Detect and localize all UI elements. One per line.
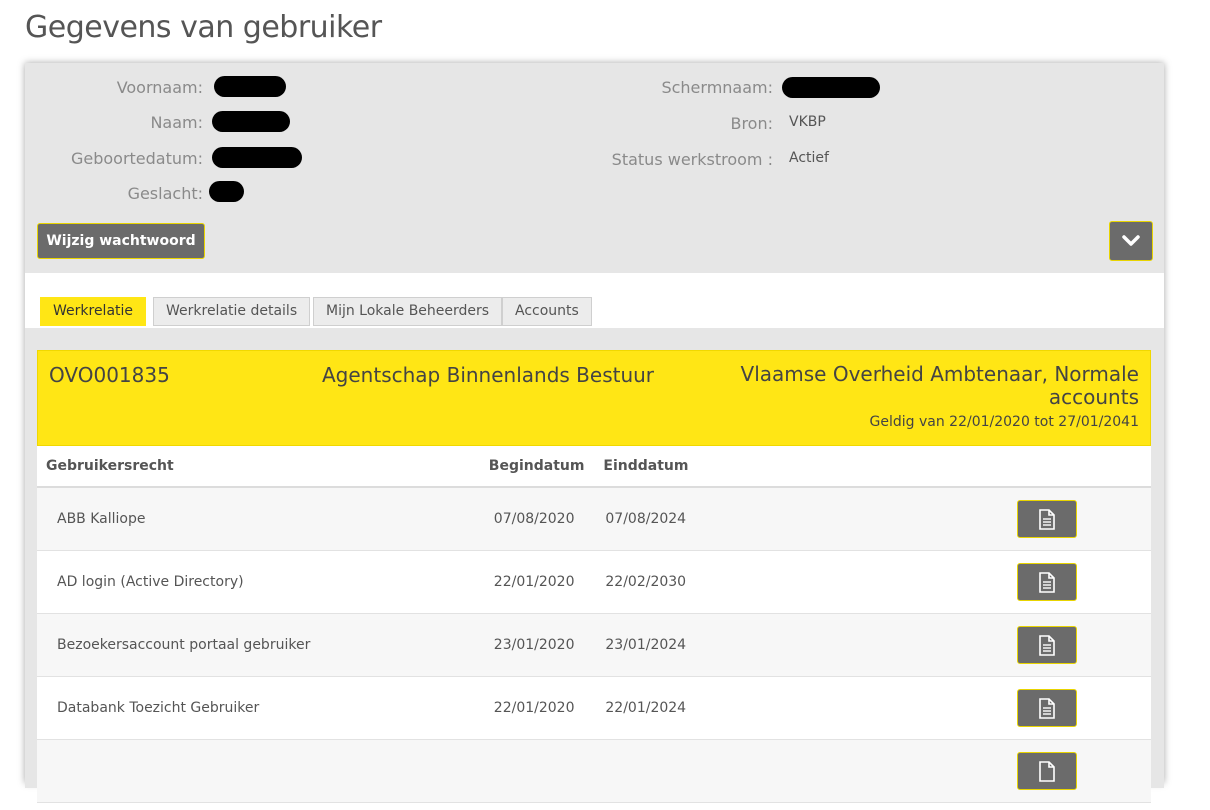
document-icon <box>1039 571 1056 593</box>
right-name: Bezoekersaccount portaal gebruiker <box>37 613 489 677</box>
birthdate-label: Geboortedatum: <box>70 149 203 168</box>
relation-code: OVO001835 <box>49 363 170 387</box>
last-name-redacted <box>212 111 290 132</box>
right-name <box>37 739 489 803</box>
relation-validity: Geldig van 22/01/2020 tot 27/01/2041 <box>869 414 1139 430</box>
screen-name-redacted <box>782 77 880 98</box>
tab-werkrelatie-details[interactable]: Werkrelatie details <box>153 297 311 326</box>
begin-date: 22/01/2020 <box>488 550 604 614</box>
first-name-redacted <box>214 76 286 97</box>
right-name: AD login (Active Directory) <box>37 550 489 614</box>
profile-section: Voornaam: Naam: Geboortedatum: Geslacht:… <box>25 63 1164 273</box>
change-password-button[interactable]: Wijzig wachtwoord <box>37 223 205 259</box>
chevron-down-icon <box>1122 235 1140 246</box>
user-details-card: Voornaam: Naam: Geboortedatum: Geslacht:… <box>25 63 1164 810</box>
tab-accounts[interactable]: Accounts <box>502 297 592 326</box>
right-name: ABB Kalliope <box>37 487 489 551</box>
rights-table: Gebruikersrecht Begindatum Einddatum ABB… <box>37 446 1151 803</box>
workflow-status-label: Status werkstroom : <box>611 150 773 169</box>
view-right-button[interactable] <box>1017 689 1078 727</box>
table-row <box>37 739 1151 803</box>
begin-date <box>488 739 604 803</box>
begin-date: 23/01/2020 <box>488 613 604 677</box>
view-right-button[interactable] <box>1017 563 1078 601</box>
right-name: Databank Toezicht Gebruiker <box>37 676 489 740</box>
table-row: ABB Kalliope 07/08/2020 07/08/2024 <box>37 487 1151 551</box>
last-name-label: Naam: <box>150 113 203 132</box>
page-title: Gegevens van gebruiker <box>25 10 382 45</box>
relation-header: OVO001835 Agentschap Binnenlands Bestuur… <box>37 350 1151 446</box>
document-icon <box>1039 508 1056 530</box>
end-date: 22/02/2030 <box>603 550 733 614</box>
view-right-button[interactable] <box>1017 752 1078 790</box>
table-row: Databank Toezicht Gebruiker 22/01/2020 2… <box>37 676 1151 740</box>
relation-role: Vlaamse Overheid Ambtenaar, Normale acco… <box>740 362 1139 409</box>
screen-name-label: Schermnaam: <box>661 78 773 97</box>
table-row: AD login (Active Directory) 22/01/2020 2… <box>37 550 1151 614</box>
table-row: Bezoekersaccount portaal gebruiker 23/01… <box>37 613 1151 677</box>
document-icon <box>1039 760 1056 782</box>
end-date: 22/01/2024 <box>603 676 733 740</box>
view-right-button[interactable] <box>1017 626 1078 664</box>
birthdate-redacted <box>212 147 302 168</box>
end-date <box>603 739 733 803</box>
source-label: Bron: <box>730 114 773 133</box>
relation-organisation: Agentschap Binnenlands Bestuur <box>322 363 655 387</box>
expand-toggle-button[interactable] <box>1109 221 1153 261</box>
begin-date: 07/08/2020 <box>488 487 604 551</box>
begin-date: 22/01/2020 <box>488 676 604 740</box>
end-date: 07/08/2024 <box>603 487 733 551</box>
column-header-end: Einddatum <box>603 446 733 488</box>
gender-label: Geslacht: <box>127 184 203 203</box>
workflow-status-value: Actief <box>789 150 829 166</box>
column-header-begin: Begindatum <box>488 446 604 488</box>
end-date: 23/01/2024 <box>603 613 733 677</box>
column-header-right: Gebruikersrecht <box>37 446 489 488</box>
view-right-button[interactable] <box>1017 500 1078 538</box>
document-icon <box>1039 634 1056 656</box>
gender-redacted <box>209 181 244 202</box>
tab-lokale-beheerders[interactable]: Mijn Lokale Beheerders <box>313 297 503 326</box>
relation-panel: OVO001835 Agentschap Binnenlands Bestuur… <box>37 350 1151 810</box>
first-name-label: Voornaam: <box>116 78 203 97</box>
source-value: VKBP <box>789 114 826 130</box>
tab-werkrelatie[interactable]: Werkrelatie <box>40 297 147 326</box>
document-icon <box>1039 697 1056 719</box>
